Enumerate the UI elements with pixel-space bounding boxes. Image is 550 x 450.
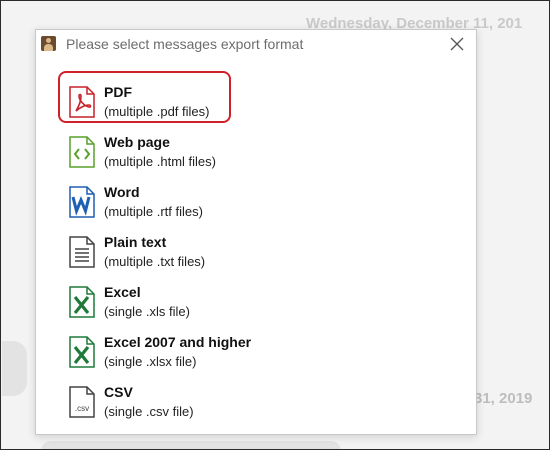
export-option-csv[interactable]: .csv CSV (single .csv file) <box>54 378 454 424</box>
close-icon <box>450 37 464 51</box>
export-option-description: (multiple .txt files) <box>104 254 206 269</box>
export-option-label: Plain text <box>104 234 167 250</box>
export-option-label: Excel <box>104 284 141 300</box>
contact-app-icon <box>41 36 56 51</box>
export-option-plain-text[interactable]: Plain text (multiple .txt files) <box>54 228 454 274</box>
csv-icon: .csv <box>69 386 95 418</box>
background-message-bubble <box>2 341 27 396</box>
export-format-dialog: Please select messages export format PDF… <box>35 29 477 435</box>
word-icon <box>69 186 95 218</box>
export-option-label: Web page <box>104 134 170 150</box>
excel-icon <box>69 286 95 318</box>
dialog-title-bar: Please select messages export format <box>36 30 476 58</box>
html-icon <box>69 136 95 168</box>
export-option-label: Word <box>104 184 140 200</box>
close-button[interactable] <box>446 33 468 55</box>
export-option-excel-2007[interactable]: Excel 2007 and higher (single .xlsx file… <box>54 328 454 374</box>
export-option-description: (multiple .html files) <box>104 154 216 169</box>
export-option-description: (single .csv file) <box>104 404 194 419</box>
csv-icon-label: .csv <box>75 404 89 413</box>
export-option-label: CSV <box>104 384 133 400</box>
dialog-title: Please select messages export format <box>66 36 304 52</box>
text-file-icon <box>69 236 95 268</box>
export-option-word[interactable]: Word (multiple .rtf files) <box>54 178 454 224</box>
selected-option-highlight <box>58 71 231 123</box>
export-option-description: (multiple .rtf files) <box>104 204 203 219</box>
excel-icon <box>69 336 95 368</box>
export-option-description: (single .xls file) <box>104 304 190 319</box>
background-message-bubble <box>41 441 341 449</box>
background-date-header: 31, 2019 <box>474 390 533 407</box>
export-option-excel[interactable]: Excel (single .xls file) <box>54 278 454 324</box>
export-option-description: (single .xlsx file) <box>104 354 197 369</box>
export-option-label: Excel 2007 and higher <box>104 334 252 350</box>
app-window: Wednesday, December 11, 201 31, 2019 Ple… <box>0 0 550 450</box>
export-option-web-page[interactable]: Web page (multiple .html files) <box>54 128 454 174</box>
